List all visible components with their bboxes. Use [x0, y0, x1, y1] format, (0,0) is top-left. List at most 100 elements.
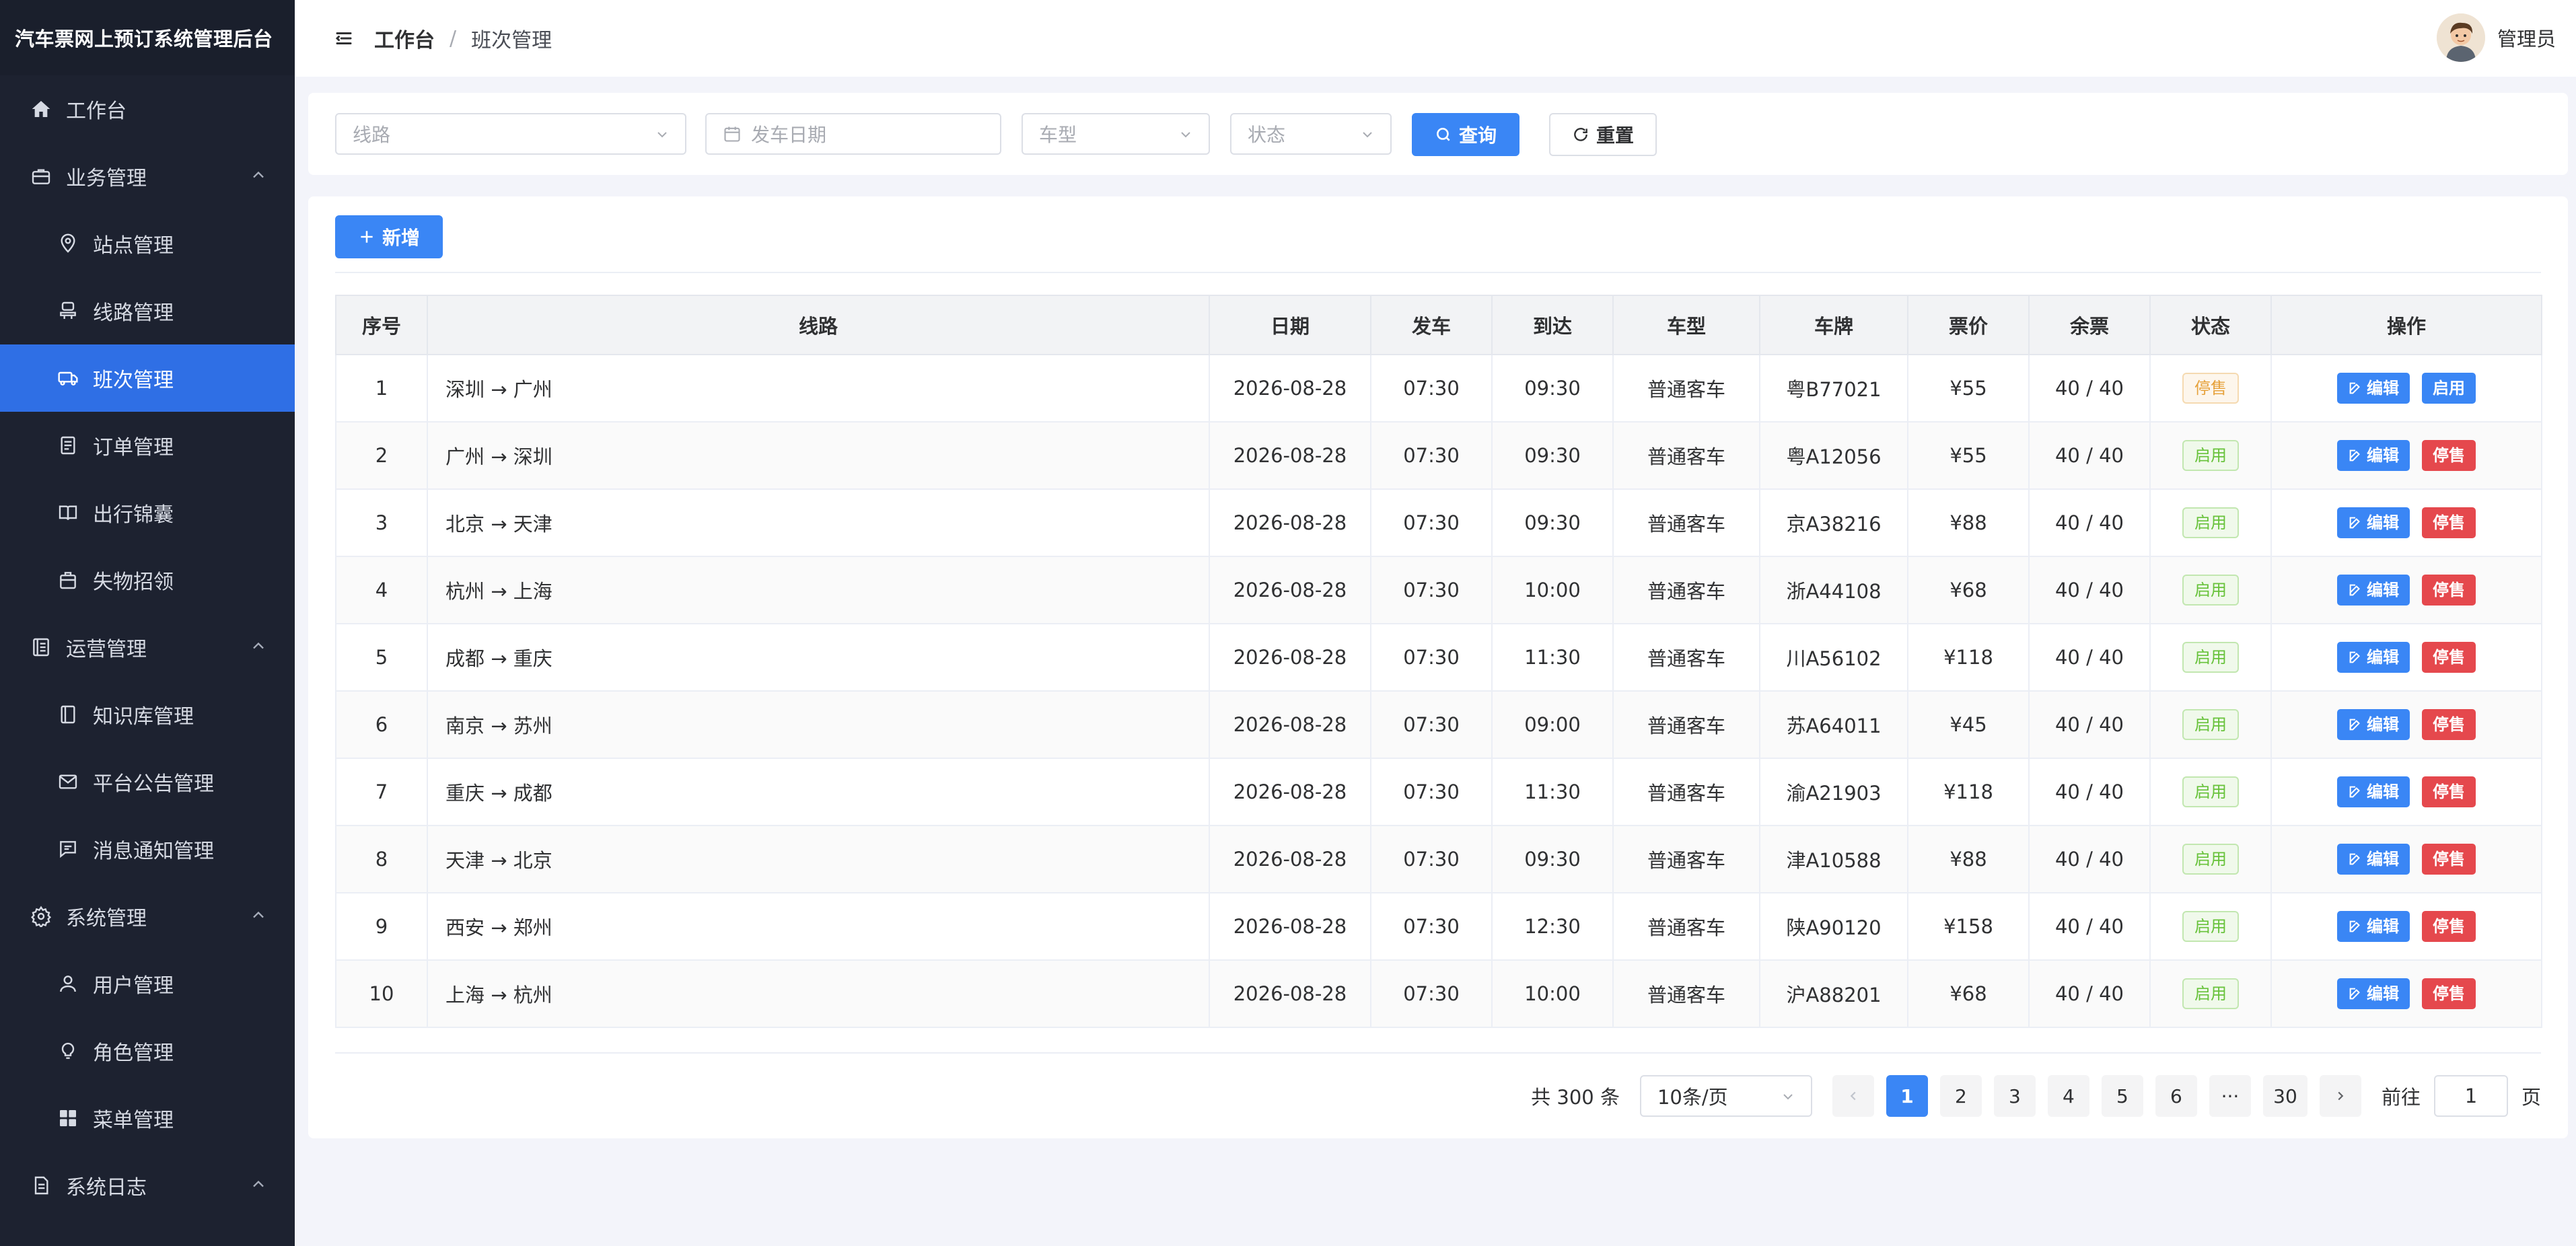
cell-price: ¥55: [1907, 421, 2030, 490]
cell-vehicle: 普通客车: [1612, 488, 1760, 557]
user-menu[interactable]: 管理员: [2436, 13, 2556, 62]
chevron-down-icon: [1783, 1094, 1793, 1100]
stop-sale-button[interactable]: 停售: [2422, 911, 2476, 942]
stop-sale-button[interactable]: 停售: [2422, 507, 2476, 538]
edit-button-label: 编辑: [2367, 513, 2399, 532]
edit-button[interactable]: 编辑: [2337, 507, 2410, 538]
page-size-select[interactable]: 10条/页: [1639, 1075, 1812, 1117]
edit-button[interactable]: 编辑: [2337, 911, 2410, 942]
breadcrumb-separator: /: [450, 26, 457, 50]
edit-button[interactable]: 编辑: [2337, 440, 2410, 471]
sidebar-item-label: 工作台: [66, 100, 127, 123]
cell-no: 6: [335, 690, 428, 759]
cell-vehicle: 普通客车: [1612, 825, 1760, 893]
sidebar-item-3[interactable]: 线路管理: [0, 277, 295, 344]
status-select[interactable]: 状态: [1230, 113, 1392, 155]
sidebar-item-7[interactable]: 失物招领: [0, 546, 295, 614]
sidebar-item-11[interactable]: 消息通知管理: [0, 815, 295, 883]
cell-status: 停售: [2149, 354, 2272, 423]
enable-button[interactable]: 启用: [2422, 373, 2476, 404]
menu-toggle-icon[interactable]: [334, 28, 354, 48]
sidebar-item-4[interactable]: 班次管理: [0, 344, 295, 412]
cell-no: 8: [335, 825, 428, 893]
list-icon: [30, 636, 52, 659]
edit-button-label: 编辑: [2367, 850, 2399, 869]
sidebar-item-5[interactable]: 订单管理: [0, 412, 295, 479]
edit-button[interactable]: 编辑: [2337, 844, 2410, 875]
cell-status: 启用: [2149, 690, 2272, 759]
page-button[interactable]: 1: [1886, 1075, 1928, 1117]
cell-plate: 沪A88201: [1759, 959, 1908, 1028]
sidebar-item-13[interactable]: 用户管理: [0, 950, 295, 1017]
sidebar-item-label: 业务管理: [66, 167, 147, 190]
page-button[interactable]: 2: [1939, 1075, 1982, 1117]
pagination: 共 300 条 10条/页 1 2 3 4 5 6 ··· 30 前往 1 页: [1531, 1075, 2541, 1117]
sidebar-item-1[interactable]: 业务管理: [0, 143, 295, 210]
stop-sale-button[interactable]: 停售: [2422, 642, 2476, 673]
sidebar-item-12[interactable]: 系统管理: [0, 883, 295, 950]
cell-route: 上海 → 杭州: [427, 959, 1210, 1028]
stop-sale-button[interactable]: 停售: [2422, 575, 2476, 606]
page-button[interactable]: 3: [1993, 1075, 2036, 1117]
user-name[interactable]: 管理员: [2497, 24, 2556, 52]
table-row: 8 天津 → 北京 2026-08-28 07:30 09:30 普通客车 津A10588 ¥…: [335, 825, 2542, 893]
home-icon: [30, 98, 52, 120]
query-button[interactable]: 查询: [1412, 113, 1519, 156]
edit-button[interactable]: 编辑: [2337, 978, 2410, 1009]
cell-route: 南京 → 苏州: [427, 690, 1210, 759]
column-header: 到达: [1491, 295, 1614, 355]
goto-page-input[interactable]: 1: [2433, 1075, 2508, 1117]
cell-arrive: 09:30: [1491, 354, 1614, 423]
sidebar-item-0[interactable]: 工作台: [0, 75, 295, 143]
vehicle-type-select[interactable]: 车型: [1022, 113, 1210, 155]
chat-icon: [57, 838, 79, 860]
sidebar-item-9[interactable]: 知识库管理: [0, 681, 295, 748]
date-picker[interactable]: 发车日期: [705, 113, 1001, 155]
sidebar-item-2[interactable]: 站点管理: [0, 210, 295, 277]
sidebar-item-10[interactable]: 平台公告管理: [0, 748, 295, 815]
avatar[interactable]: [2436, 13, 2485, 62]
stop-sale-button[interactable]: 停售: [2422, 440, 2476, 471]
route-select[interactable]: 线路: [335, 113, 686, 155]
bag-icon: [57, 569, 79, 591]
page-button[interactable]: 5: [2101, 1075, 2143, 1117]
reset-button[interactable]: 重置: [1549, 113, 1657, 156]
stop-sale-button[interactable]: 停售: [2422, 844, 2476, 875]
edit-button[interactable]: 编辑: [2337, 642, 2410, 673]
sidebar-item-8[interactable]: 运营管理: [0, 614, 295, 681]
sidebar: 汽车票网上预订系统管理后台 工作台 业务管理 站点管理 线路管理 班次管理 订单管理 出行锦…: [0, 0, 295, 1246]
page-button[interactable]: 4: [2047, 1075, 2089, 1117]
cell-plate: 苏A64011: [1759, 690, 1908, 759]
route-select-placeholder: 线路: [353, 124, 391, 146]
cell-depart: 07:30: [1370, 556, 1493, 624]
column-header: 票价: [1907, 295, 2030, 355]
stop-sale-button[interactable]: 停售: [2422, 776, 2476, 807]
stop-sale-button[interactable]: 停售: [2422, 709, 2476, 740]
sidebar-item-14[interactable]: 角色管理: [0, 1017, 295, 1085]
next-page-button[interactable]: [2319, 1075, 2361, 1117]
edit-button[interactable]: 编辑: [2337, 373, 2410, 404]
sidebar-item-15[interactable]: 菜单管理: [0, 1085, 295, 1152]
sidebar-item-6[interactable]: 出行锦囊: [0, 479, 295, 546]
stop-sale-button[interactable]: 停售: [2422, 978, 2476, 1009]
edit-button-label: 编辑: [2367, 984, 2399, 1003]
page-ellipsis[interactable]: ···: [2209, 1075, 2251, 1117]
status-badge: 启用: [2182, 575, 2239, 606]
table-row: 6 南京 → 苏州 2026-08-28 07:30 09:00 普通客车 苏A64011 ¥…: [335, 690, 2542, 759]
add-button[interactable]: 新增: [335, 215, 443, 258]
page-button[interactable]: 30: [2262, 1075, 2307, 1117]
sidebar-item-16[interactable]: 系统日志: [0, 1152, 295, 1219]
edit-button[interactable]: 编辑: [2337, 709, 2410, 740]
edit-button[interactable]: 编辑: [2337, 575, 2410, 606]
log-icon: [30, 1174, 52, 1197]
cell-route: 天津 → 北京: [427, 825, 1210, 893]
divider: [335, 272, 2541, 273]
cell-no: 4: [335, 556, 428, 624]
refresh-icon: [1574, 128, 1587, 141]
edit-icon: [2349, 988, 2360, 1000]
page-button[interactable]: 6: [2155, 1075, 2197, 1117]
prev-page-button[interactable]: [1832, 1075, 1874, 1117]
status-badge: 启用: [2182, 642, 2239, 673]
breadcrumb-home[interactable]: 工作台: [374, 24, 435, 53]
edit-button[interactable]: 编辑: [2337, 776, 2410, 807]
